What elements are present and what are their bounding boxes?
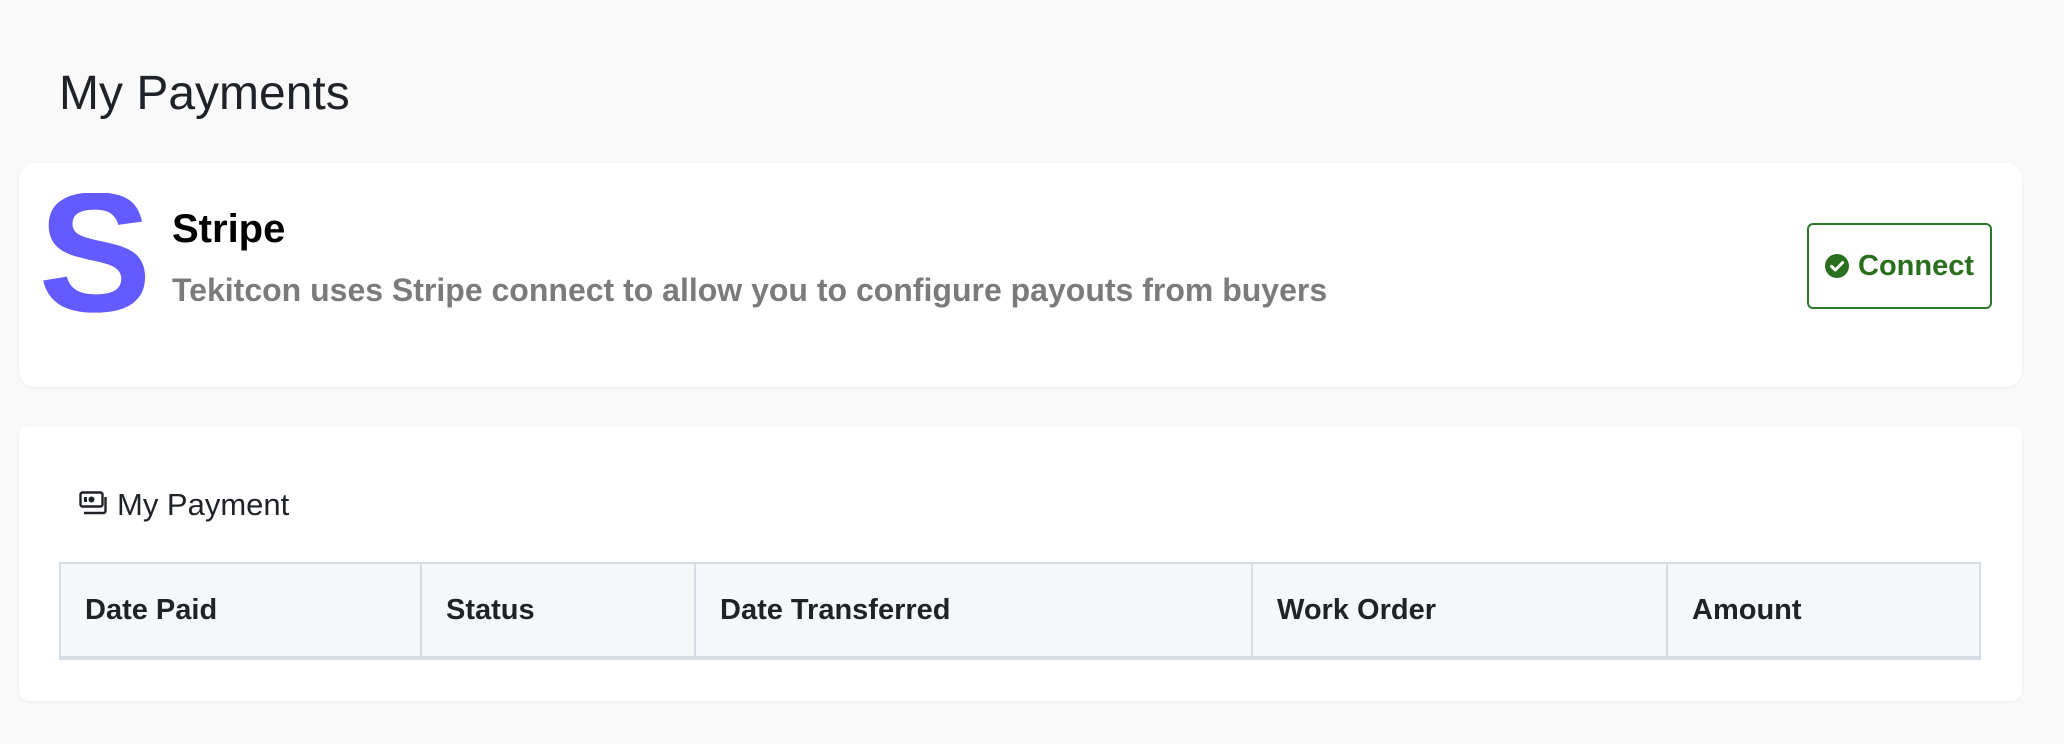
payments-card: My Payment Date Paid Status Date Transfe… [19,426,2022,701]
payments-section-title: My Payment [117,487,290,522]
stripe-card: S Stripe Tekitcon uses Stripe connect to… [19,158,2022,387]
stripe-description: Tekitcon uses Stripe connect to allow yo… [172,272,1328,308]
page-title: My Payments [59,67,350,120]
column-header-date-transferred[interactable]: Date Transferred [696,564,1253,656]
column-header-amount[interactable]: Amount [1668,564,1979,656]
stripe-logo-icon: S [38,158,151,348]
stripe-title: Stripe [172,207,286,251]
connect-button-label: Connect [1858,249,1974,282]
svg-text:S: S [41,193,149,323]
column-header-work-order[interactable]: Work Order [1253,564,1668,656]
money-bill-icon [79,490,107,520]
column-header-date-paid[interactable]: Date Paid [61,564,422,656]
payments-section-header: My Payment [79,485,289,525]
check-circle-icon [1825,254,1849,278]
payments-table: Date Paid Status Date Transferred Work O… [59,562,1981,660]
connect-button[interactable]: Connect [1807,223,1992,309]
column-header-status[interactable]: Status [422,564,696,656]
